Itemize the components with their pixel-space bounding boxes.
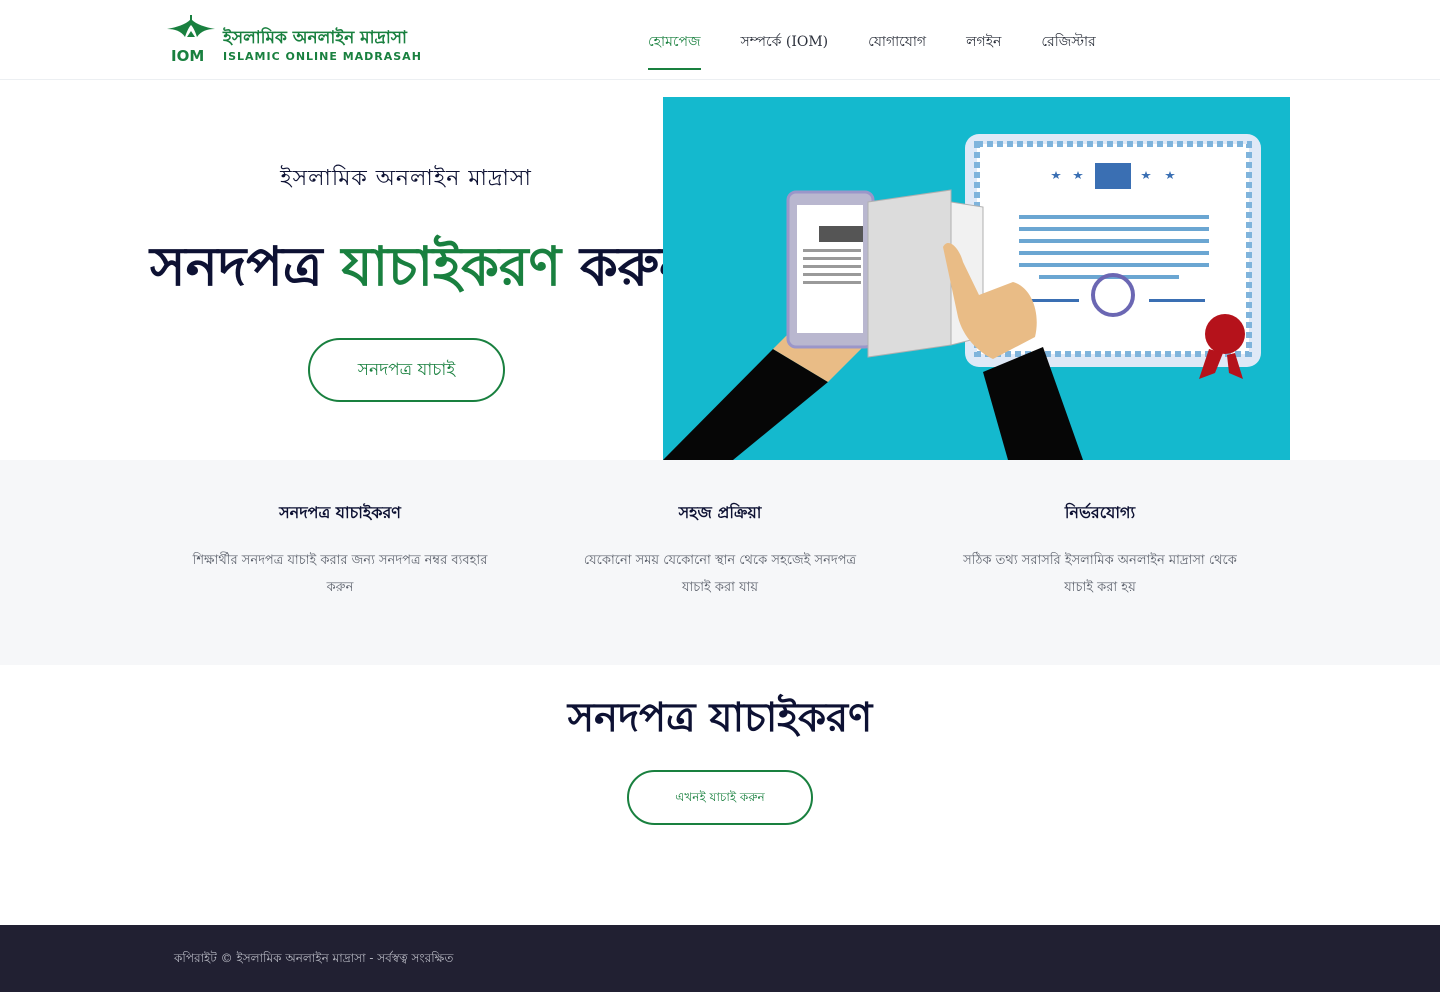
hero-section: ইসলামিক অনলাইন মাদ্রাসা সনদপত্র যাচাইকরণ…: [150, 97, 691, 460]
footer-copyright: কপিরাইট © ইসলামিক অনলাইন মাদ্রাসা - সর্ব…: [174, 951, 454, 965]
logo-bn-text: ইসলামিক অনলাইন মাদ্রাসা: [223, 28, 407, 48]
section-title: সনদপত্র যাচাইকরণ: [567, 694, 873, 741]
feature-title: সনদপত্র যাচাইকরণ: [279, 503, 401, 522]
hero-subtitle: ইসলামিক অনলাইন মাদ্রাসা: [280, 166, 532, 191]
site-footer: কপিরাইট © ইসলামিক অনলাইন মাদ্রাসা - সর্ব…: [0, 925, 1440, 992]
logo-abbr: IOM: [171, 47, 205, 65]
verify-now-button[interactable]: এখনই যাচাই করুন: [627, 770, 813, 825]
feature-title: নির্ভরযোগ্য: [1064, 503, 1136, 522]
feature-desc: যেকোনো সময় যেকোনো স্থান থেকে সহজেই সনদপ…: [583, 553, 857, 595]
phone-hand-graphic: [663, 189, 984, 460]
site-logo[interactable]: IOM ইসলামিক অনলাইন মাদ্রাসা ISLAMIC ONLI…: [165, 15, 421, 65]
nav-item-about[interactable]: সম্পর্কে (IOM): [741, 30, 829, 62]
hero-title-pre: সনদপত্র: [150, 234, 342, 298]
feature-card: সনদপত্র যাচাইকরণ শিক্ষার্থীর সনদপত্র যাচ…: [190, 500, 490, 601]
hero-title-highlight: যাচাইকরণ: [341, 234, 562, 298]
features-section: সনদপত্র যাচাইকরণ শিক্ষার্থীর সনদপত্র যাচ…: [0, 460, 1440, 665]
feature-desc: শিক্ষার্থীর সনদপত্র যাচাই করার জন্য সনদপ…: [192, 553, 488, 595]
feature-card: নির্ভরযোগ্য সঠিক তথ্য সরাসরি ইসলামিক অনল…: [950, 500, 1250, 601]
hero-title: সনদপত্র যাচাইকরণ করুন: [150, 225, 691, 315]
verify-certificate-button[interactable]: সনদপত্র যাচাই: [308, 338, 505, 402]
feature-card: সহজ প্রক্রিয়া যেকোনো সময় যেকোনো স্থান …: [570, 500, 870, 601]
feature-title: সহজ প্রক্রিয়া: [678, 503, 762, 522]
nav-item-home[interactable]: হোমপেজ: [648, 30, 701, 70]
feature-desc: সঠিক তথ্য সরাসরি ইসলামিক অনলাইন মাদ্রাসা…: [963, 553, 1237, 595]
site-header: IOM ইসলামিক অনলাইন মাদ্রাসা ISLAMIC ONLI…: [0, 0, 1440, 80]
mosque-dome-icon: [167, 15, 215, 37]
nav-item-contact[interactable]: যোগাযোগ: [868, 30, 926, 62]
logo-en-text: ISLAMIC ONLINE MADRASAH: [223, 50, 422, 63]
certificate-verification-illustration: [663, 97, 1290, 460]
nav-item-register[interactable]: রেজিস্টার: [1041, 30, 1095, 62]
nav-item-login[interactable]: লগইন: [966, 30, 1001, 62]
main-nav: হোমপেজ সম্পর্কে (IOM) যোগাযোগ লগইন রেজিস…: [648, 30, 1096, 70]
